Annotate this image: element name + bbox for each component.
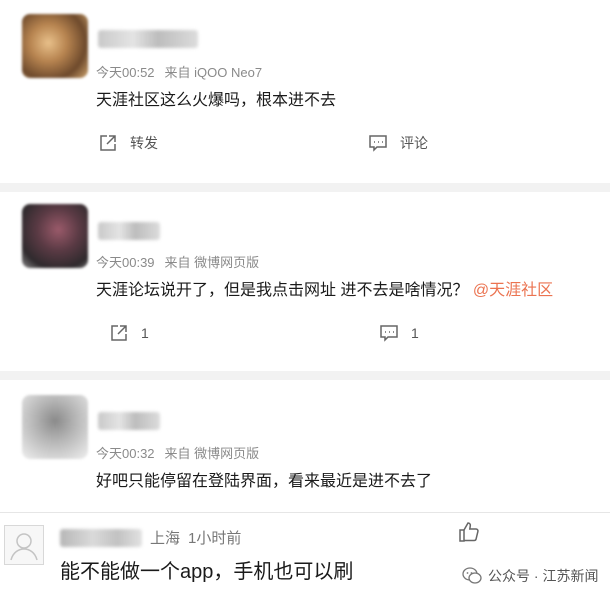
post-text-body: 天涯社区这么火爆吗，根本进不去 [96,92,337,109]
like-button[interactable] [457,520,481,549]
username[interactable] [98,412,160,430]
repost-label: 转发 [130,135,158,151]
post-source: 来自 微博网页版 [164,255,260,270]
post-time: 今天00:32 [96,446,155,461]
post-time: 今天00:52 [96,65,155,80]
comment-button[interactable]: 1 [379,323,419,343]
username[interactable] [98,30,198,48]
reply-time: 1小时前 [188,530,242,547]
post-meta: 今天00:52 来自 iQOO Neo7 [96,62,262,81]
post-text: 天涯论坛说开了，但是我点击网址 进不去是啥情况？ @天涯社区 [96,276,553,300]
thumbs-up-icon [459,522,479,542]
reply-avatar[interactable] [4,525,44,565]
share-out-icon [100,135,116,151]
default-user-icon [10,533,38,561]
post-text: 天涯社区这么火爆吗，根本进不去 [96,86,336,110]
post-text-body: 天涯论坛说开了，但是我点击网址 进不去是啥情况？ [96,282,469,299]
reply-meta: 上海 1小时前 [60,527,241,548]
avatar[interactable] [22,204,88,268]
post-time: 今天00:39 [96,255,155,270]
repost-count: 1 [141,325,149,341]
comment-label: 评论 [400,135,428,151]
comment-button[interactable]: 评论 [368,133,428,153]
avatar[interactable] [22,14,88,78]
avatar[interactable] [22,395,88,459]
repost-button[interactable]: 转发 [98,133,158,153]
comment-bubble-icon [369,135,387,152]
post-separator [0,183,610,192]
post-text: 好吧只能停留在登陆界面，看来最近是进不去了 [96,467,432,491]
repost-button[interactable]: 1 [109,323,149,343]
mention-link[interactable]: @天涯社区 [473,282,553,299]
wechat-icon [462,567,482,584]
share-out-icon [111,325,127,341]
reply-text: 能不能做一个app，手机也可以刷 [60,561,354,583]
reply-username[interactable] [60,528,142,547]
watermark: 公众号 · 江苏新闻 [462,566,598,586]
post-source: 来自 iQOO Neo7 [164,65,263,80]
post-separator [0,371,610,380]
reply-divider [0,512,610,513]
username[interactable] [98,222,160,240]
post-meta: 今天00:32 来自 微博网页版 [96,443,259,462]
post-source: 来自 微博网页版 [164,446,260,461]
watermark-text: 公众号 · 江苏新闻 [488,568,599,584]
comment-count: 1 [411,325,419,341]
post-text-body: 好吧只能停留在登陆界面，看来最近是进不去了 [96,473,433,490]
reply-location: 上海 [150,530,181,547]
comment-bubble-icon [380,325,398,342]
post-meta: 今天00:39 来自 微博网页版 [96,252,259,271]
